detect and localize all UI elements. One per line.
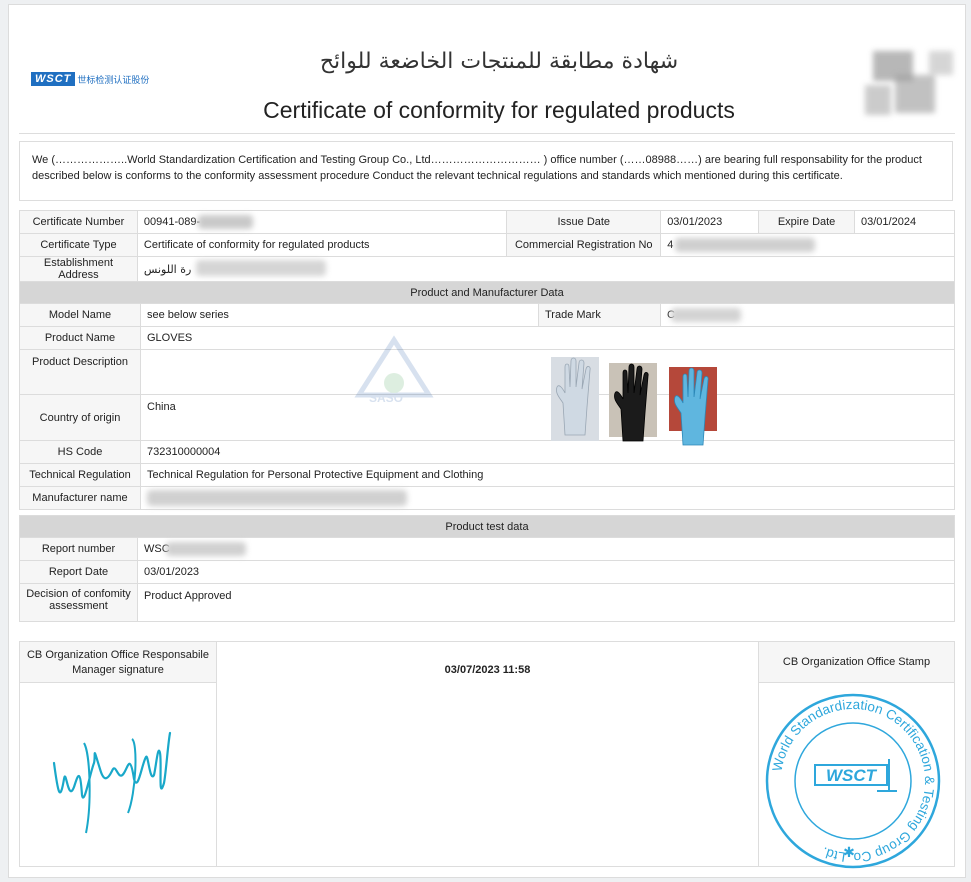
handwritten-signature [52,731,172,834]
test-section-title: Product test data [19,515,955,538]
certificate-header: WSCT 世标检测认证股份 شهادة مطابقة للمنتجات الخا… [19,15,955,134]
certificate-number-label: Certificate Number [19,210,138,234]
report-date-value: 03/01/2023 [137,560,955,584]
establishment-address-label: Establishment Address [19,256,138,282]
wsct-logo: WSCT 世标检测认证股份 [31,71,157,87]
issue-date-value: 03/01/2023 [660,210,760,234]
manager-signature-label: CB Organization Office Responsabile Mana… [19,641,217,683]
manager-signature-box [19,682,217,867]
glove-image-black [609,363,657,442]
product-description-label: Product Description [19,349,141,395]
watermark-text: SASO [369,391,404,405]
qr-code-redacted [865,45,957,119]
certificate-number-value: 00941-089- [136,210,508,234]
redaction [147,490,407,506]
report-number-value: WSC [137,537,955,561]
report-date-label: Report Date [19,560,138,584]
trade-mark-label: Trade Mark [538,303,661,327]
model-name-label: Model Name [19,303,141,327]
redaction [671,308,741,322]
country-of-origin-value: China [140,394,955,441]
redaction [166,542,246,556]
glove-image-blue [669,367,717,446]
official-stamp-icon: World Standardization Certification & Te… [765,693,941,869]
expire-date-label: Expire Date [758,210,856,234]
certificate-type-label: Certificate Type [19,233,138,257]
intro-line-2: described below is conforms to the confo… [32,170,843,182]
stamp-center-text: WSCT [826,766,878,785]
certificate-type-value: Certificate of conformity for regulated … [136,233,508,257]
manufacturer-name-value [140,486,955,510]
intro-statement: We (………………..World Standardization Certif… [19,141,953,201]
product-name-label: Product Name [19,326,141,350]
glove-image-clear [551,357,599,441]
certificate-number-text: 00941-089- [143,216,201,228]
commercial-registration-value: 4 [660,233,955,257]
svg-text:✱: ✱ [843,844,855,860]
report-number-label: Report number [19,537,138,561]
hs-code-value: 732310000004 [140,440,955,464]
establishment-address-text: رة اللونس [143,262,192,276]
title-arabic: شهادة مطابقة للمنتجات الخاضعة للوائح [319,49,679,74]
saso-watermark: SASO [349,335,439,420]
signature-timestamp: 03/07/2023 11:58 [216,641,759,867]
commercial-registration-text: 4 [667,239,674,251]
title-english: Certificate of conformity for regulated … [263,97,735,123]
certificate-sheet: WSCT 世标检测认证股份 شهادة مطابقة للمنتجات الخا… [8,4,966,878]
product-test-table: Product test data Report number WSC Repo… [19,515,955,622]
commercial-registration-label: Commercial Registration No [506,233,662,257]
logo-mark: WSCT [31,72,76,86]
trade-mark-value: C [660,303,955,327]
decision-label: Decision of confomity assessment [19,583,138,622]
manufacturer-name-label: Manufacturer name [19,486,141,510]
model-name-value: see below series [140,303,539,327]
logo-subtitle: 世标检测认证股份 [77,74,150,85]
product-name-value: GLOVES [140,326,955,350]
technical-regulation-label: Technical Regulation [19,463,141,487]
intro-line-1: We (………………..World Standardization Certif… [32,154,922,166]
redaction [195,260,326,276]
redaction [675,238,816,252]
country-of-origin-label: Country of origin [19,394,141,441]
issue-date-label: Issue Date [506,210,662,234]
product-section-title: Product and Manufacturer Data [19,281,955,304]
technical-regulation-value: Technical Regulation for Personal Protec… [140,463,955,487]
establishment-address-value: رة اللونس [136,256,956,282]
hs-code-label: HS Code [19,440,141,464]
product-data-table: Product and Manufacturer Data Model Name… [19,281,955,510]
stamp-label: CB Organization Office Stamp [758,641,955,683]
redaction [197,215,253,229]
product-description-value [140,349,955,395]
certificate-info-table: Certificate Number 00941-089- Issue Date… [19,210,956,282]
decision-value: Product Approved [137,583,955,622]
expire-date-value: 03/01/2024 [854,210,955,234]
